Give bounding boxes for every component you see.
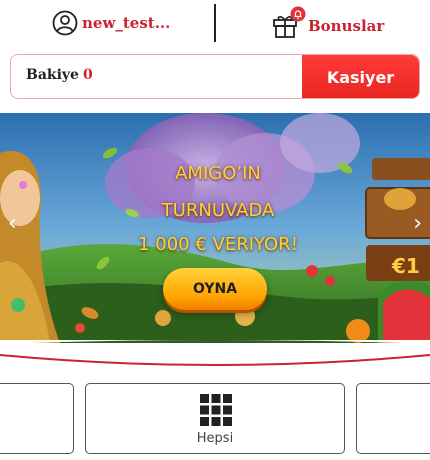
banner-headline-2: TURNUVADA	[161, 200, 275, 221]
play-button[interactable]: OYNA	[163, 268, 267, 310]
category-tile-next[interactable]	[356, 383, 430, 454]
gift-icon	[272, 6, 306, 38]
balance-display: Bakiye 0	[26, 67, 93, 83]
banner-headline-1: AMIGO’IN	[175, 163, 261, 184]
promo-banner[interactable]: €1 AMIGO’IN TURNUVADA 1 000 € VERIYOR! O…	[0, 113, 430, 343]
cashier-button[interactable]: Kasiyer	[302, 55, 419, 98]
balance-bar: Bakiye 0 Kasiyer	[10, 54, 420, 99]
bonus-label: Bonuslar	[308, 17, 385, 35]
banner-headline-3: 1 000 € VERIYOR!	[138, 234, 298, 255]
header-divider	[214, 4, 216, 42]
user-icon	[52, 10, 78, 36]
user-profile-link[interactable]: new_test...	[52, 10, 170, 36]
category-tile-all[interactable]: Hepsi	[85, 383, 345, 454]
bonus-link[interactable]: Bonuslar	[272, 6, 384, 38]
category-label-all: Hepsi	[196, 431, 234, 446]
carousel-next-icon[interactable]: ›	[413, 211, 422, 236]
category-tile-previous[interactable]	[0, 383, 74, 454]
svg-text:€1: €1	[391, 254, 420, 278]
grid-icon	[200, 394, 232, 426]
balance-value: 0	[82, 67, 93, 83]
balance-label: Bakiye	[26, 67, 79, 83]
section-curve-divider	[0, 340, 430, 366]
carousel-prev-icon[interactable]: ‹	[8, 211, 17, 236]
username-label: new_test...	[82, 14, 171, 32]
top-bar: new_test... Bonuslar	[0, 0, 430, 46]
